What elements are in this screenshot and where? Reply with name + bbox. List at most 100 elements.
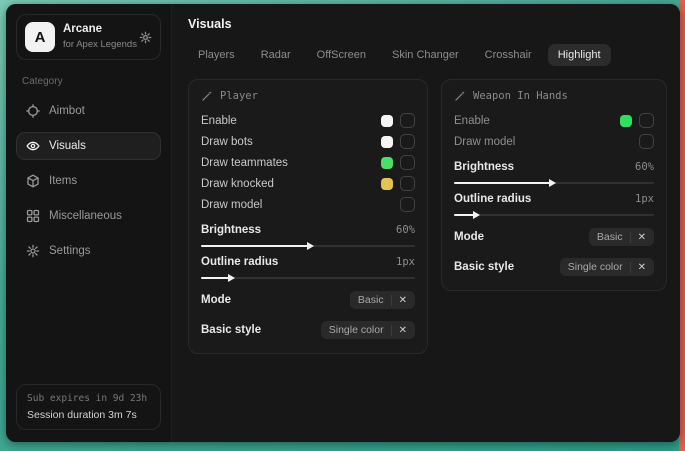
tab-offscreen[interactable]: OffScreen (307, 44, 376, 66)
brightness-slider[interactable] (201, 245, 415, 247)
tab-highlight[interactable]: Highlight (548, 44, 611, 66)
app-subtitle: for Apex Legends (63, 39, 131, 50)
draw-model-checkbox[interactable] (400, 197, 415, 212)
slider-thumb[interactable] (473, 211, 480, 219)
outline-radius-slider-block: Outline radius 1px (201, 247, 415, 279)
sidebar-item-label: Items (49, 175, 77, 187)
setting-row-draw-teammates: Draw teammates (201, 152, 415, 173)
draw-knocked-checkbox[interactable] (400, 176, 415, 191)
setting-row-enable: Enable (454, 110, 654, 131)
sub-expires-text: Sub expires in 9d 23h (27, 393, 150, 404)
brightness-slider-block: Brightness 60% (454, 152, 654, 184)
outline-radius-slider[interactable] (201, 277, 415, 279)
weapon-panel-header: Weapon In Hands (454, 90, 654, 102)
sidebar: A Arcane for Apex Legends Category (6, 4, 172, 442)
weapon-in-hands-panel: Weapon In Hands Enable Draw model (441, 79, 667, 291)
brightness-slider-block: Brightness 60% (201, 215, 415, 247)
sidebar-item-miscellaneous[interactable]: Miscellaneous (16, 202, 161, 230)
wand-icon (201, 90, 213, 102)
setting-label: Enable (201, 115, 237, 127)
tag-value: Basic (358, 294, 384, 306)
basic-style-tag[interactable]: Single color ✕ (321, 321, 415, 339)
setting-row-draw-bots: Draw bots (201, 131, 415, 152)
enable-checkbox[interactable] (400, 113, 415, 128)
select-label: Mode (201, 294, 231, 306)
slider-value: 1px (635, 193, 654, 205)
draw-teammates-checkbox[interactable] (400, 155, 415, 170)
slider-thumb[interactable] (307, 242, 314, 250)
close-icon[interactable]: ✕ (630, 262, 646, 273)
subscription-card: Sub expires in 9d 23h Session duration 3… (16, 384, 161, 430)
logo-card: A Arcane for Apex Legends (16, 14, 161, 60)
box-icon (26, 174, 40, 188)
close-icon[interactable]: ✕ (391, 295, 407, 306)
setting-row-enable: Enable (201, 110, 415, 131)
draw-bots-checkbox[interactable] (400, 134, 415, 149)
eye-icon (26, 139, 40, 153)
select-label: Basic style (454, 261, 514, 273)
slider-label: Outline radius (454, 193, 531, 205)
sidebar-item-visuals[interactable]: Visuals (16, 132, 161, 160)
mode-select-row: Mode Basic ✕ (201, 291, 415, 309)
slider-label: Brightness (201, 224, 261, 236)
setting-row-draw-knocked: Draw knocked (201, 173, 415, 194)
sidebar-item-items[interactable]: Items (16, 167, 161, 195)
panels-row: Player Enable Draw bots (188, 79, 667, 354)
tab-players[interactable]: Players (188, 44, 245, 66)
sidebar-item-label: Settings (49, 245, 91, 257)
outline-radius-slider[interactable] (454, 214, 654, 216)
brightness-slider[interactable] (454, 182, 654, 184)
session-duration-text: Session duration 3m 7s (27, 409, 150, 421)
mode-tag[interactable]: Basic ✕ (589, 228, 654, 246)
tag-value: Single color (329, 324, 384, 336)
select-label: Basic style (201, 324, 261, 336)
tag-value: Basic (597, 231, 623, 243)
sidebar-item-label: Miscellaneous (49, 210, 122, 222)
wand-icon (454, 90, 466, 102)
color-swatch[interactable] (381, 115, 393, 127)
mode-select-row: Mode Basic ✕ (454, 228, 654, 246)
tab-skin-changer[interactable]: Skin Changer (382, 44, 469, 66)
main-content: Visuals Players Radar OffScreen Skin Cha… (172, 4, 680, 442)
panel-title: Weapon In Hands (473, 90, 568, 102)
gear-icon[interactable] (139, 31, 152, 44)
color-swatch[interactable] (381, 157, 393, 169)
basic-style-select-row: Basic style Single color ✕ (454, 258, 654, 276)
sidebar-nav: Aimbot Visuals Items (16, 97, 161, 265)
app-identity: Arcane for Apex Legends (63, 23, 131, 50)
page-title: Visuals (188, 17, 667, 31)
setting-label: Draw bots (201, 136, 253, 148)
slider-value: 60% (635, 161, 654, 173)
outline-radius-slider-block: Outline radius 1px (454, 184, 654, 216)
setting-row-draw-model: Draw model (454, 131, 654, 152)
grid-icon (26, 209, 40, 223)
setting-label: Draw model (454, 136, 515, 148)
sidebar-item-settings[interactable]: Settings (16, 237, 161, 265)
setting-label: Enable (454, 115, 490, 127)
tab-radar[interactable]: Radar (251, 44, 301, 66)
sidebar-item-aimbot[interactable]: Aimbot (16, 97, 161, 125)
draw-model-checkbox[interactable] (639, 134, 654, 149)
slider-label: Brightness (454, 161, 514, 173)
close-icon[interactable]: ✕ (391, 325, 407, 336)
panel-title: Player (220, 90, 258, 102)
slider-thumb[interactable] (549, 179, 556, 187)
app-logo: A (25, 22, 55, 52)
basic-style-tag[interactable]: Single color ✕ (560, 258, 654, 276)
color-swatch[interactable] (381, 136, 393, 148)
setting-label: Draw teammates (201, 157, 288, 169)
mode-tag[interactable]: Basic ✕ (350, 291, 415, 309)
enable-checkbox[interactable] (639, 113, 654, 128)
setting-row-draw-model: Draw model (201, 194, 415, 215)
app-window: A Arcane for Apex Legends Category (6, 4, 680, 442)
tag-value: Single color (568, 261, 623, 273)
slider-value: 1px (396, 256, 415, 268)
select-label: Mode (454, 231, 484, 243)
color-swatch[interactable] (620, 115, 632, 127)
sidebar-item-label: Aimbot (49, 105, 85, 117)
color-swatch[interactable] (381, 178, 393, 190)
close-icon[interactable]: ✕ (630, 232, 646, 243)
basic-style-select-row: Basic style Single color ✕ (201, 321, 415, 339)
slider-thumb[interactable] (228, 274, 235, 282)
tab-crosshair[interactable]: Crosshair (475, 44, 542, 66)
